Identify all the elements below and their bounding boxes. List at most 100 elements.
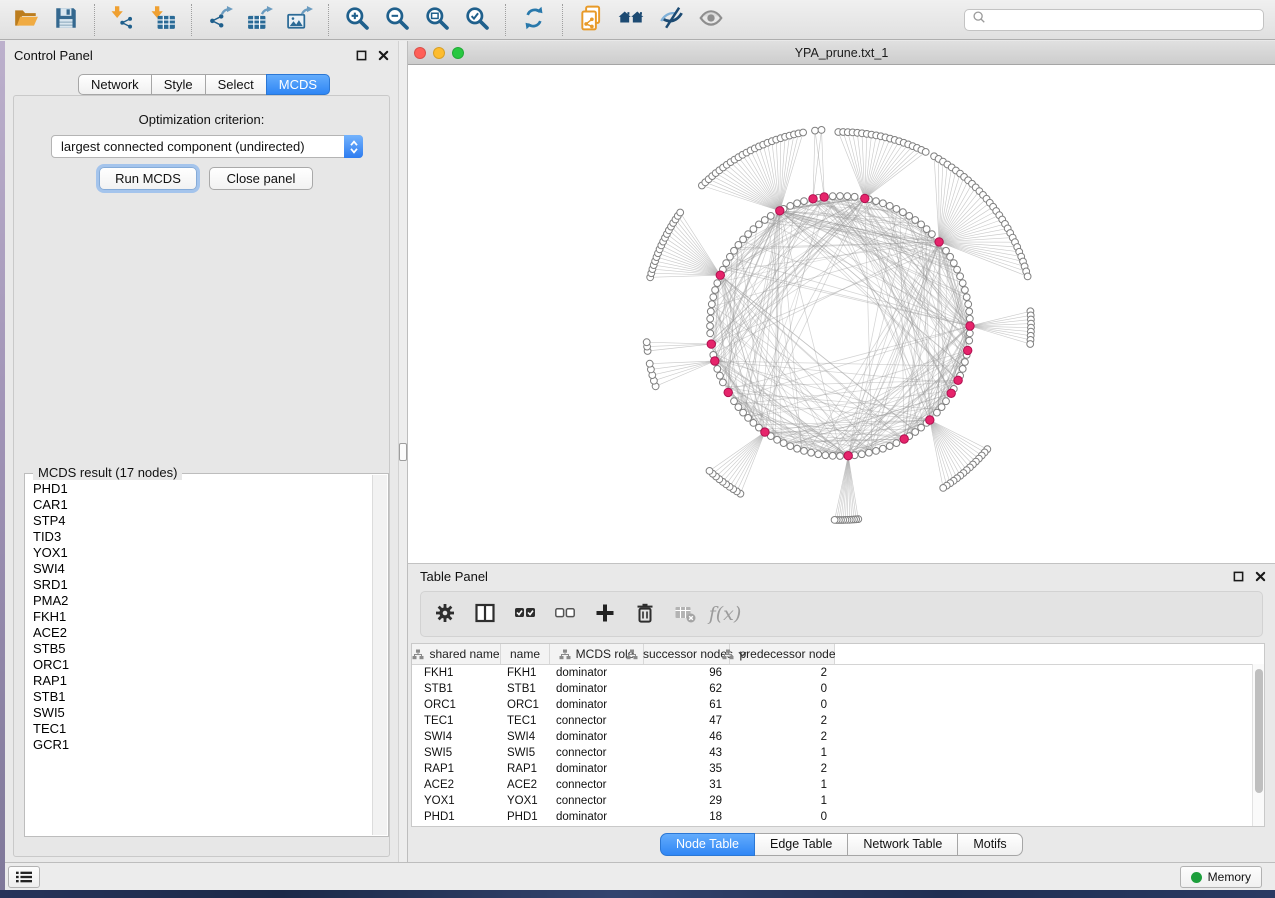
toolbar-separator	[328, 4, 329, 36]
run-mcds-button[interactable]: Run MCDS	[99, 167, 197, 190]
mcds-result-list[interactable]: PHD1CAR1STP4TID3YOX1SWI4SRD1PMA2FKH1ACE2…	[26, 475, 372, 835]
zoom-selected-button[interactable]	[459, 3, 495, 37]
mcds-result-item[interactable]: CAR1	[33, 497, 372, 513]
mcds-result-item[interactable]: STB1	[33, 689, 372, 705]
optimization-criterion-select[interactable]: largest connected component (undirected)	[51, 135, 363, 158]
refresh-view-button[interactable]	[516, 3, 552, 37]
search-field[interactable]	[964, 9, 1264, 31]
zoom-in-button[interactable]	[339, 3, 375, 37]
two-houses-button[interactable]	[613, 3, 649, 37]
export-image-button[interactable]	[282, 3, 318, 37]
tab-edge-table[interactable]: Edge Table	[754, 833, 848, 856]
memory-button[interactable]: Memory	[1180, 866, 1262, 888]
mcds-result-item[interactable]: RAP1	[33, 673, 372, 689]
column-label: successor nodes	[643, 647, 733, 661]
column-layout-button[interactable]	[471, 600, 499, 628]
mcds-result-item[interactable]: FKH1	[33, 609, 372, 625]
import-table-icon	[150, 5, 176, 34]
mcds-result-item[interactable]: ORC1	[33, 657, 372, 673]
table-row[interactable]: ORC1ORC1dominator610	[412, 697, 1264, 713]
table-row[interactable]: RAP1RAP1dominator352	[412, 761, 1264, 777]
column-header-name[interactable]: name	[501, 644, 550, 664]
save-session-button[interactable]	[48, 3, 84, 37]
column-header-predecessor-nodes[interactable]: predecessor nodes	[730, 644, 835, 664]
table-row[interactable]: STB1STB1dominator620	[412, 681, 1264, 697]
mcds-result-item[interactable]: STP4	[33, 513, 372, 529]
mcds-result-item[interactable]: TEC1	[33, 721, 372, 737]
table-row[interactable]: TEC1TEC1connector472	[412, 713, 1264, 729]
share-document-button[interactable]	[573, 3, 609, 37]
delete-column-button[interactable]	[631, 600, 659, 628]
mcds-result-item[interactable]: PHD1	[33, 481, 372, 497]
panel-selector-button[interactable]	[8, 866, 40, 888]
tab-network[interactable]: Network	[78, 74, 152, 95]
mcds-result-item[interactable]: PMA2	[33, 593, 372, 609]
window-zoom-traffic-light[interactable]	[452, 47, 464, 59]
tab-select[interactable]: Select	[205, 74, 267, 95]
open-file-button[interactable]	[8, 3, 44, 37]
mcds-result-item[interactable]: ACE2	[33, 625, 372, 641]
table-row[interactable]: PHD1PHD1dominator180	[412, 809, 1264, 825]
table-row[interactable]: FKH1FKH1dominator962	[412, 665, 1264, 681]
show-eye-button[interactable]	[693, 3, 729, 37]
hide-eye-button[interactable]	[653, 3, 689, 37]
mcds-result-item[interactable]: YOX1	[33, 545, 372, 561]
tab-mcds[interactable]: MCDS	[266, 74, 330, 95]
table-row[interactable]: SWI4SWI4dominator462	[412, 729, 1264, 745]
network-window-titlebar[interactable]: YPA_prune.txt_1	[408, 41, 1275, 65]
table-cell: FKH1	[412, 667, 501, 679]
table-vertical-scrollbar[interactable]	[1252, 664, 1264, 826]
toolbar-separator	[505, 4, 506, 36]
add-column-button[interactable]	[591, 600, 619, 628]
mcds-result-item[interactable]: TID3	[33, 529, 372, 545]
close-panel-button[interactable]: Close panel	[209, 167, 313, 190]
export-table-button[interactable]	[242, 3, 278, 37]
table-cell: 2	[730, 731, 835, 743]
table-cell: SWI5	[501, 747, 550, 759]
search-input[interactable]	[991, 12, 1256, 28]
panel-splitter[interactable]	[398, 41, 408, 862]
share-document-icon	[578, 5, 604, 34]
control-panel-close-button[interactable]	[377, 49, 390, 62]
hide-eye-icon	[658, 5, 684, 34]
table-row[interactable]: YOX1YOX1connector291	[412, 793, 1264, 809]
mcds-result-item[interactable]: STB5	[33, 641, 372, 657]
mcds-result-item[interactable]: GCR1	[33, 737, 372, 753]
zoom-fit-button[interactable]	[419, 3, 455, 37]
table-row[interactable]: ACE2ACE2connector311	[412, 777, 1264, 793]
network-canvas[interactable]	[408, 65, 1275, 563]
table-cell: dominator	[550, 667, 644, 679]
scrollbar-thumb[interactable]	[1255, 669, 1263, 793]
mcds-result-item[interactable]: SWI4	[33, 561, 372, 577]
column-header-shared-name[interactable]: shared name	[412, 644, 501, 664]
mcds-result-scrollbar[interactable]	[372, 475, 387, 835]
status-bar: Memory	[0, 862, 1275, 890]
table-row[interactable]: SWI5SWI5connector431	[412, 745, 1264, 761]
table-cell: ACE2	[501, 779, 550, 791]
tab-style[interactable]: Style	[151, 74, 206, 95]
table-panel-close-button[interactable]	[1254, 570, 1267, 583]
export-image-icon	[287, 5, 313, 34]
export-network-button[interactable]	[202, 3, 238, 37]
table-panel-float-button[interactable]	[1232, 570, 1245, 583]
select-all-checks-button[interactable]	[511, 600, 539, 628]
window-minimize-traffic-light[interactable]	[433, 47, 445, 59]
control-panel-float-button[interactable]	[355, 49, 368, 62]
mcds-result-item[interactable]: SRD1	[33, 577, 372, 593]
import-table-button[interactable]	[145, 3, 181, 37]
table-cell: 31	[644, 779, 730, 791]
column-header-filler	[835, 644, 1264, 664]
column-header-successor-nodes[interactable]: successor nodes	[644, 644, 730, 664]
table-cell: ORC1	[501, 699, 550, 711]
mcds-result-item[interactable]: SWI5	[33, 705, 372, 721]
node-table: shared namenameMCDS rolesuccessor nodesp…	[411, 643, 1265, 827]
settings-gear-button[interactable]	[431, 600, 459, 628]
zoom-out-button[interactable]	[379, 3, 415, 37]
import-network-button[interactable]	[105, 3, 141, 37]
tab-node-table[interactable]: Node Table	[660, 833, 755, 856]
window-close-traffic-light[interactable]	[414, 47, 426, 59]
deselect-all-checks-button[interactable]	[551, 600, 579, 628]
tab-motifs[interactable]: Motifs	[957, 833, 1022, 856]
tab-network-table[interactable]: Network Table	[847, 833, 958, 856]
splitter-handle[interactable]	[399, 443, 407, 461]
